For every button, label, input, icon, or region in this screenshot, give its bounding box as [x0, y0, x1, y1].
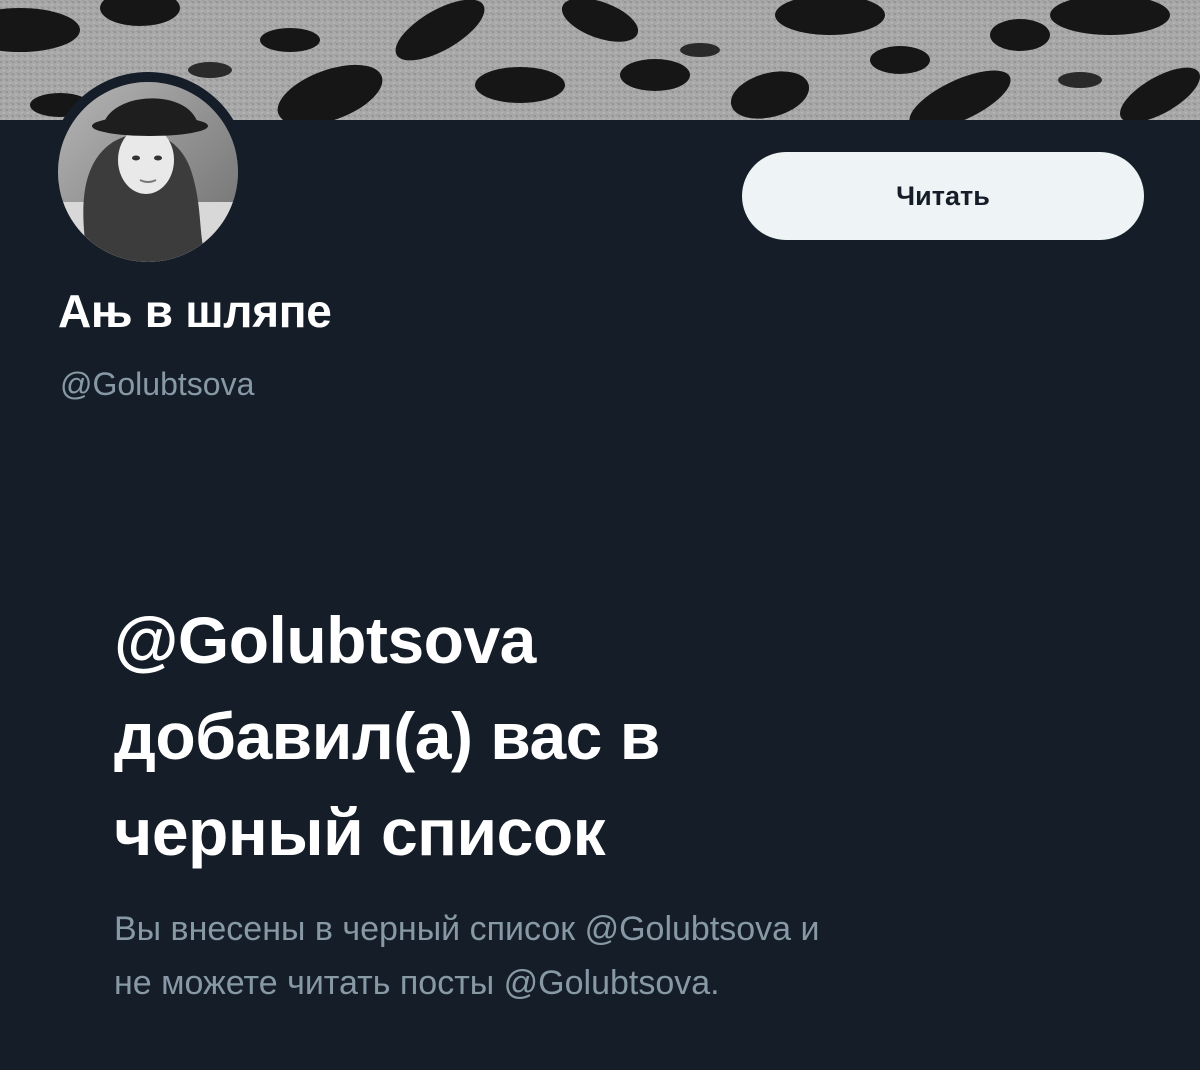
profile-display-name: Ањ в шляпе [58, 285, 332, 337]
blocked-description-line: Вы внесены в черный список @Golubtsova и [114, 910, 820, 948]
blocked-title-line: черный список [114, 795, 606, 869]
profile-handle: @Golubtsova [60, 366, 255, 402]
follow-button[interactable]: Читать [742, 152, 1144, 240]
blocked-title-line: добавил(а) вас в [114, 699, 660, 773]
avatar-photo [58, 82, 238, 262]
blocked-description-line: не можете читать посты @Golubtsova. [114, 964, 720, 1002]
blocked-title-line: @Golubtsova [114, 603, 536, 677]
blocked-description: Вы внесены в черный список @Golubtsova и… [114, 902, 1114, 1010]
avatar[interactable] [48, 72, 248, 272]
blocked-title: @Golubtsova добавил(а) вас в черный спис… [114, 592, 1014, 880]
